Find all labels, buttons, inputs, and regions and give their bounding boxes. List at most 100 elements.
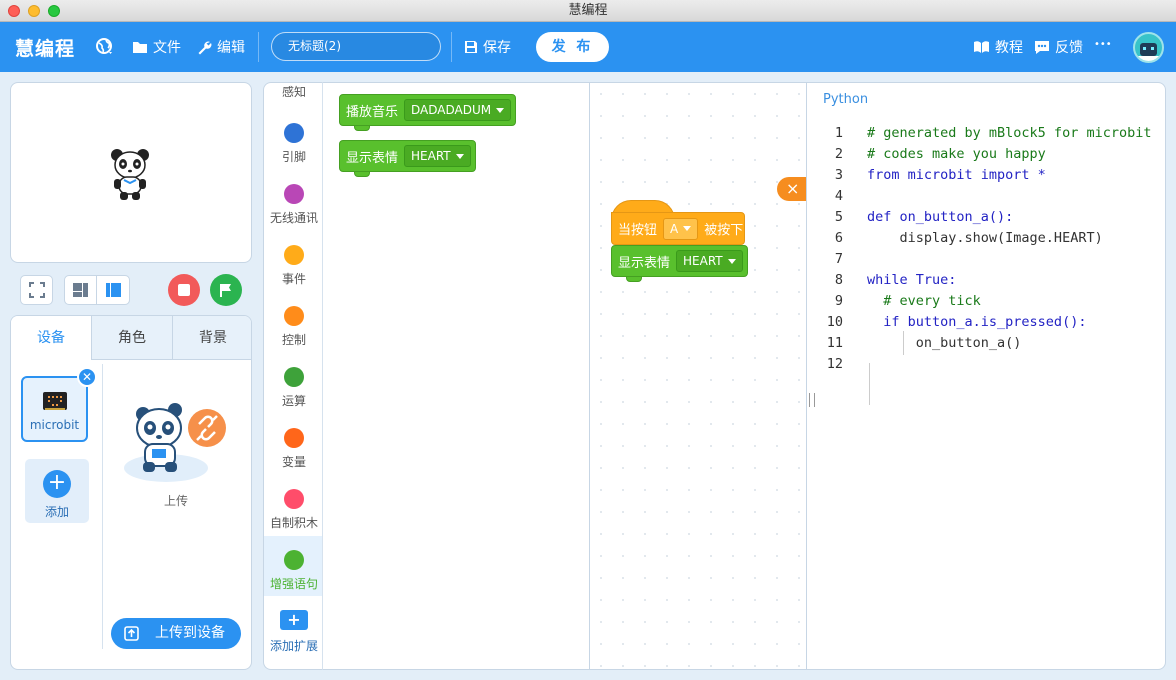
block-label: 显示表情 [346,150,399,166]
book-icon [974,41,989,53]
expression-dropdown[interactable]: HEART [676,250,743,272]
category-label: 变量 [281,455,306,469]
block-label: 播放音乐 [346,104,399,120]
plus-circle-icon: + [43,470,71,498]
indent-guide [869,363,870,405]
dropdown-value: HEART [683,254,723,268]
tutorial-button[interactable]: 教程 [973,37,1023,57]
project-name-input[interactable]: 无标题(2) [271,32,441,61]
dropdown-value: A [670,221,679,236]
device-name: microbit [29,418,80,432]
folder-icon [133,42,147,53]
close-icon: × [786,179,800,198]
line-number: 7 [834,251,843,267]
close-code-panel-button[interactable]: × [777,177,807,201]
category-variables[interactable]: 变量 [264,428,322,470]
palette-block-play-music[interactable]: 播放音乐 DADADADUM [339,94,516,131]
tab-backgrounds[interactable]: 背景 [172,316,251,359]
tutorial-label: 教程 [995,40,1023,56]
expression-dropdown[interactable]: HEART [404,145,471,167]
save-label: 保存 [483,40,511,56]
small-stage-icon [73,283,88,297]
upload-to-device-button[interactable]: 上传到设备 [111,618,241,649]
edit-menu[interactable]: 编辑 [197,37,245,57]
category-control[interactable]: 控制 [264,306,322,348]
code-line: 7 [807,249,1165,270]
when-button-pressed-block[interactable]: 当按钮 A 被按下 [611,212,745,245]
code-line: 9 # every tick [807,291,1165,312]
block-category-list: 感知 引脚 无线通讯 事件 控制 运算 变量 自制积木 增强语句 + 添加扩展 [263,82,323,670]
code-line: 8 while True: [807,270,1165,291]
app-brand: 慧编程 [15,38,76,60]
category-operators[interactable]: 运算 [264,367,322,409]
green-flag-button[interactable] [210,274,242,306]
stage-canvas[interactable] [10,82,252,263]
panel-resize-handle[interactable] [809,393,815,407]
microbit-board-icon [42,392,67,410]
panda-upload-illustration [124,403,226,482]
category-pins[interactable]: 引脚 [264,123,322,165]
fullscreen-button[interactable] [20,275,53,305]
block-notch [354,171,370,177]
toolbar-divider [451,32,452,62]
code-line: 11 on_button_a() [807,333,1165,354]
block-notch [626,276,642,282]
code-text: # every tick [867,293,981,309]
code-text: if button_a.is_pressed(): [867,314,1087,330]
tab-sprites[interactable]: 角色 [91,316,172,359]
music-dropdown[interactable]: DADADADUM [404,99,512,121]
code-line: 1 # generated by mBlock5 for microbit [807,123,1165,144]
category-events[interactable]: 事件 [264,245,322,287]
more-menu-button[interactable]: ••• [1094,39,1112,50]
line-number: 8 [834,272,843,288]
fullscreen-icon [28,282,45,298]
code-text: from microbit import * [867,167,1046,183]
zoom-window-button[interactable] [48,5,60,17]
button-dropdown[interactable]: A [663,217,699,240]
remove-device-button[interactable]: ✕ [77,367,97,387]
device-panel-tabs: 设备 角色 背景 [11,316,251,361]
add-device-button[interactable]: + 添加 [25,459,89,523]
device-card-microbit[interactable]: microbit [21,376,88,442]
large-stage-layout-button[interactable] [97,276,129,304]
add-device-label: 添加 [44,505,69,519]
code-text: # generated by mBlock5 for microbit [867,125,1152,141]
palette-block-show-expression[interactable]: 显示表情 HEART [339,140,476,177]
code-line: 3 from microbit import * [807,165,1165,186]
feedback-button[interactable]: 反馈 [1034,37,1083,57]
line-number: 3 [834,167,843,183]
add-extension-icon: + [280,610,308,630]
user-avatar[interactable] [1133,32,1164,63]
block-notch [354,125,370,131]
upload-button-label: 上传到设备 [155,625,225,641]
small-stage-layout-button[interactable] [65,276,98,304]
indent-guide [903,331,904,355]
stop-square-icon [178,284,190,296]
category-radio[interactable]: 无线通讯 [264,184,322,226]
code-line: 5 def on_button_a(): [807,207,1165,228]
file-menu[interactable]: 文件 [132,37,181,57]
caret-down-icon [683,226,692,231]
category-my-blocks[interactable]: 自制积木 [264,489,322,531]
language-globe-button[interactable] [95,37,115,57]
close-window-button[interactable] [8,5,20,17]
workspace-block-show-expression[interactable]: 显示表情 HEART [611,245,748,282]
tab-devices[interactable]: 设备 [11,316,91,361]
category-label: 无线通讯 [269,211,318,225]
add-extension-button[interactable]: + 添加扩展 [264,610,322,654]
globe-icon [96,38,112,54]
script-workspace[interactable] [589,82,806,670]
toolbar-divider [258,32,259,62]
save-button[interactable]: 保存 [464,37,511,57]
line-number: 2 [834,146,843,162]
stop-button[interactable] [168,274,200,306]
minimize-window-button[interactable] [28,5,40,17]
line-number: 10 [826,314,843,330]
category-sensing[interactable]: 感知 [264,83,322,105]
publish-button[interactable]: 发 布 [536,32,609,62]
category-advanced[interactable]: 增强语句 [264,536,322,596]
feedback-label: 反馈 [1055,40,1083,56]
dropdown-value: HEART [411,149,451,163]
device-panel: 设备 角色 背景 microbit ✕ + 添加 上传 上传到设备 [10,315,252,670]
category-dot-icon [284,245,304,265]
